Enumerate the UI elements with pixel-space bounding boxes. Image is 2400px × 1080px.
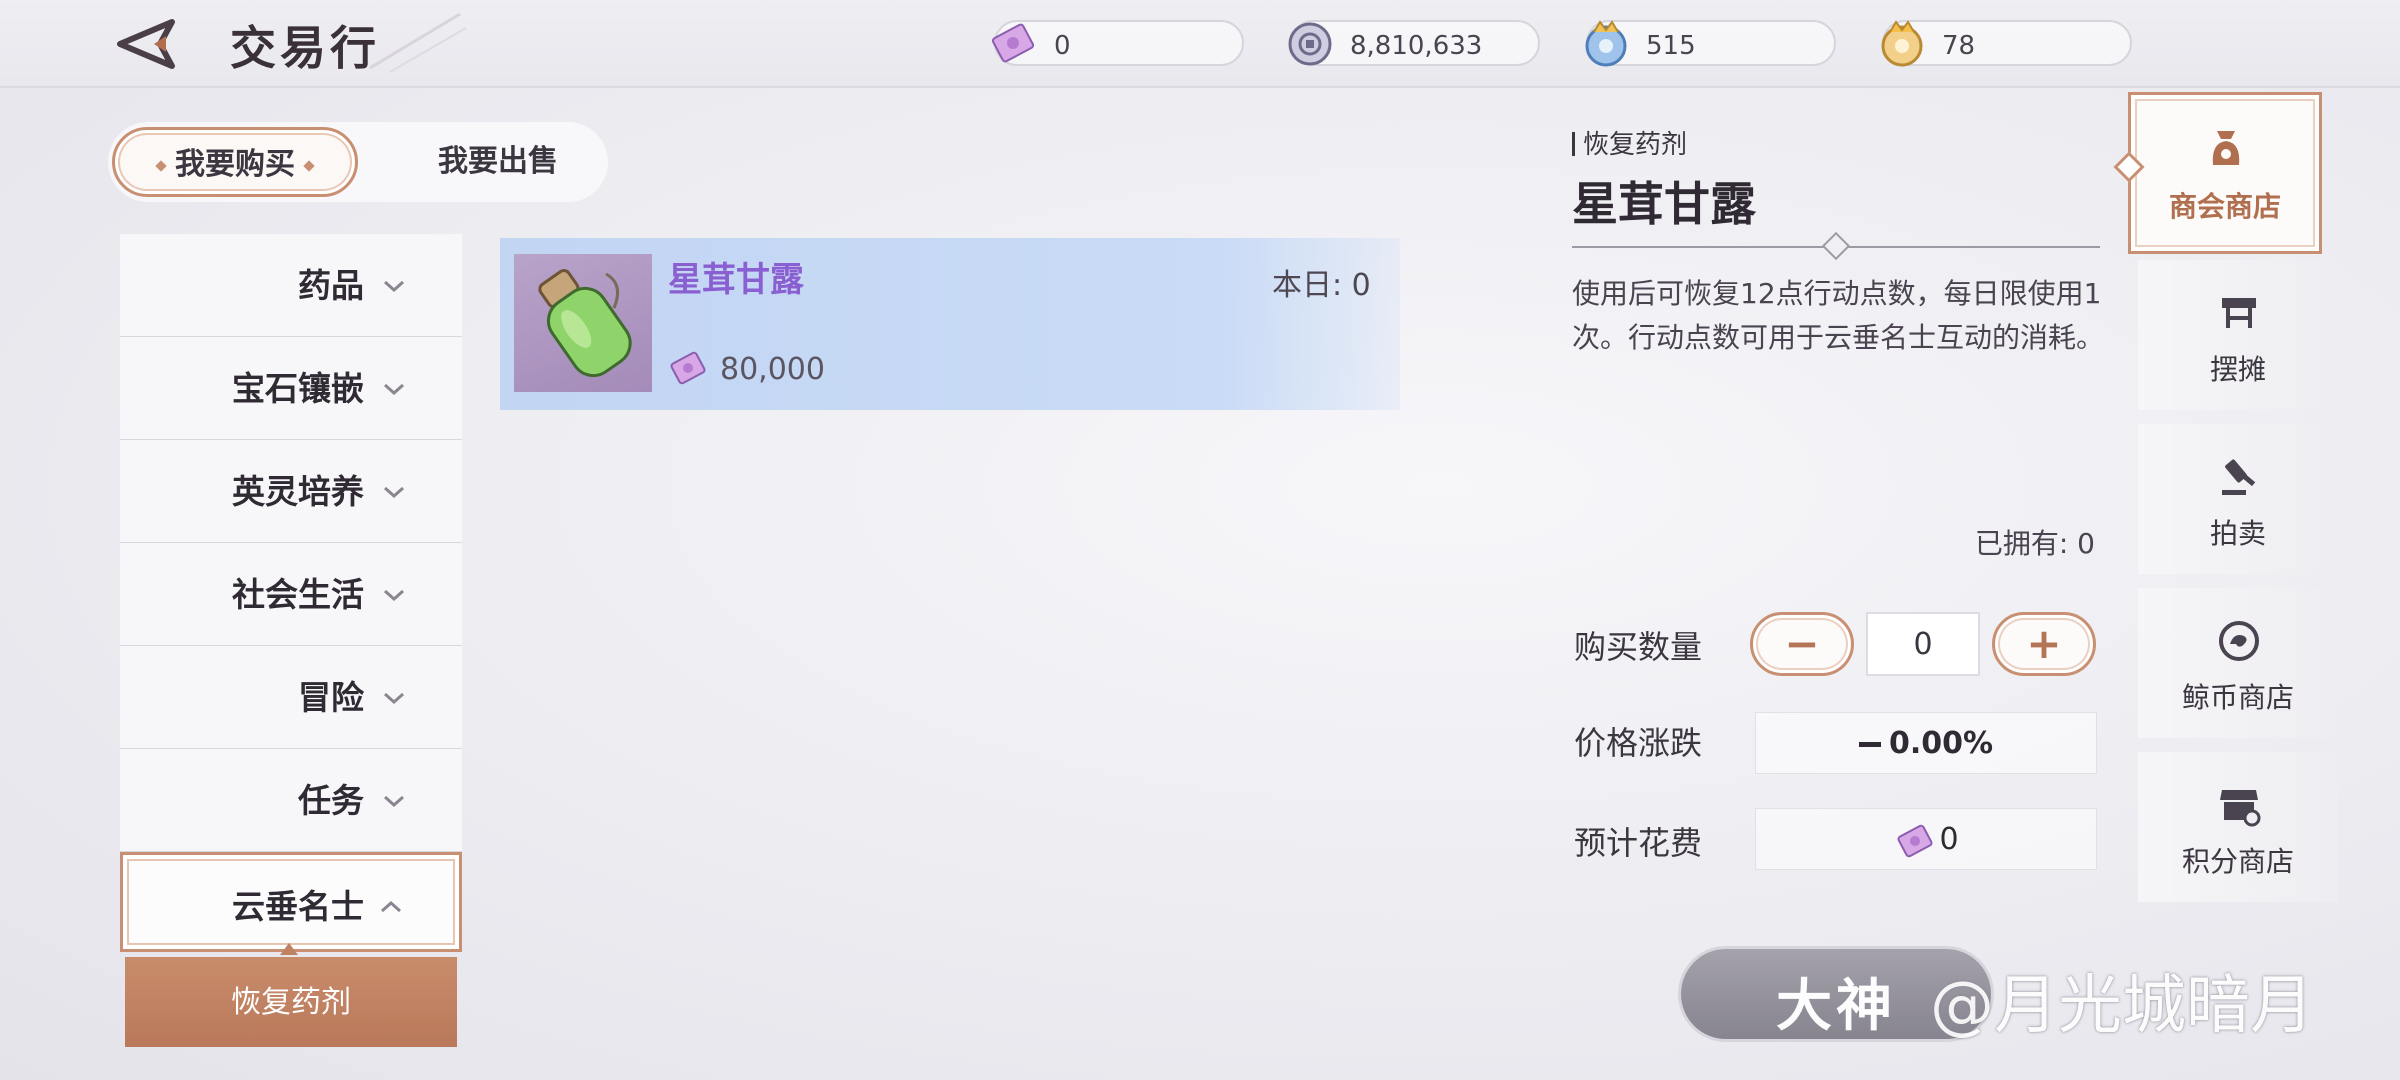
- currency-value: 0: [1054, 31, 1071, 61]
- decrease-quantity-button[interactable]: −: [1750, 612, 1854, 676]
- chevron-down-icon: [384, 589, 404, 602]
- nav-label: 鲸币商店: [2181, 681, 2294, 714]
- quantity-label: 购买数量: [1574, 628, 1703, 666]
- currency-silver[interactable]: 8,810,633: [1288, 20, 1540, 66]
- chevron-down-icon: [384, 383, 404, 396]
- price-change-value: 0.00%: [1755, 712, 2097, 774]
- category-label: 药品: [298, 266, 364, 305]
- trade-mode-tabs: 我要购买 我要出售: [108, 122, 608, 202]
- watermark-text: @月光城暗月: [1930, 969, 2314, 1043]
- nav-label: 积分商店: [2181, 845, 2294, 878]
- voucher-icon: [1897, 824, 1933, 857]
- chevron-down-icon: [384, 692, 404, 705]
- minus-icon: −: [1784, 619, 1820, 668]
- estimated-cost-label: 预计花费: [1574, 824, 1703, 862]
- category-label: 英灵培养: [232, 472, 364, 511]
- chevron-up-icon: [381, 900, 401, 913]
- chevron-down-icon: [384, 795, 404, 808]
- item-name: 星茸甘露: [668, 260, 804, 300]
- blue-coin-icon: [1585, 20, 1627, 67]
- estimated-cost-value: 0: [1755, 808, 2097, 870]
- tab-buy[interactable]: 我要购买: [112, 127, 358, 197]
- category-gem-inlay[interactable]: 宝石镶嵌: [120, 337, 462, 440]
- category-social-life[interactable]: 社会生活: [120, 543, 462, 646]
- item-row[interactable]: 星茸甘露 本日: 0 80,000: [500, 238, 1400, 410]
- detail-description: 使用后可恢复12点行动点数，每日限使用1次。行动点数可用于云垂名士互动的消耗。: [1572, 277, 2105, 354]
- currency-blue[interactable]: 515: [1585, 20, 1836, 67]
- currency-value: 515: [1646, 31, 1696, 61]
- tab-sell[interactable]: 我要出售: [408, 127, 588, 197]
- voucher-icon: [670, 351, 706, 385]
- item-thumbnail: [514, 254, 652, 392]
- category-label: 冒险: [298, 678, 364, 717]
- category-label: 任务: [298, 781, 364, 820]
- nav-label: 摆摊: [2209, 353, 2266, 386]
- tab-sell-label: 我要出售: [438, 144, 558, 179]
- chevron-down-icon: [384, 280, 404, 293]
- back-button[interactable]: [110, 14, 180, 74]
- potion-bottle-icon: [538, 269, 632, 378]
- increase-quantity-button[interactable]: +: [1992, 612, 2096, 676]
- divider-diamond-icon: [1821, 231, 1851, 261]
- stall-icon: [2222, 298, 2256, 328]
- page-title: 交易行: [230, 21, 380, 75]
- caret-up-icon: [280, 943, 298, 955]
- estimated-cost-text: 0: [1939, 822, 1959, 857]
- quantity-input[interactable]: [1866, 612, 1980, 676]
- nav-auction[interactable]: 拍卖: [2138, 424, 2338, 574]
- price-change-text: 0.00%: [1888, 726, 1994, 761]
- category-label: 云垂名士: [232, 887, 364, 926]
- nav-points-shop[interactable]: 积分商店: [2138, 752, 2338, 902]
- nav-stall[interactable]: 摆摊: [2138, 260, 2338, 410]
- category-quest[interactable]: 任务: [120, 749, 462, 852]
- currency-value: 78: [1942, 31, 1976, 61]
- owned-count: 已拥有: 0: [1974, 527, 2095, 560]
- top-bar: 交易行 0 8,810,633 515 78: [0, 0, 2400, 88]
- tab-ornament-icon: [155, 159, 167, 172]
- category-medicine[interactable]: 药品: [120, 234, 462, 337]
- category-adventure[interactable]: 冒险: [120, 646, 462, 749]
- tab-ornament-icon: [303, 159, 315, 172]
- gavel-icon: [2222, 459, 2256, 495]
- gold-coin-icon: [1881, 20, 1923, 67]
- currency-gold[interactable]: 78: [1881, 20, 2132, 67]
- silver-coin-icon: [1288, 22, 1332, 66]
- item-price: 80,000: [720, 352, 825, 387]
- nav-label: 拍卖: [2209, 517, 2266, 550]
- money-bag-icon: [2212, 131, 2240, 165]
- tab-buy-label: 我要购买: [175, 147, 295, 182]
- whale-coin-icon: [2219, 621, 2259, 661]
- chevron-down-icon: [384, 486, 404, 499]
- nav-guild-shop[interactable]: 商会商店: [2128, 92, 2322, 254]
- detail-category: 恢复药剂: [1572, 124, 1687, 161]
- detail-item-name: 星茸甘露: [1572, 177, 1756, 231]
- item-daily-count: 本日: 0: [1272, 268, 1371, 303]
- plus-icon: +: [2026, 619, 2062, 668]
- category-list: 药品 宝石镶嵌 英灵培养 社会生活 冒险 任务 云垂名士: [120, 234, 462, 952]
- flat-trend-icon: [1858, 742, 1881, 747]
- currency-value: 8,810,633: [1350, 31, 1483, 61]
- category-label: 宝石镶嵌: [232, 369, 364, 408]
- nav-label: 商会商店: [2168, 190, 2281, 223]
- subcategory-recovery-potion[interactable]: 恢复药剂: [125, 957, 457, 1047]
- back-arrow-icon: [117, 19, 175, 69]
- detail-category-label: 恢复药剂: [1583, 130, 1688, 160]
- title-ornament-icon: [369, 12, 467, 73]
- category-hero-training[interactable]: 英灵培养: [120, 440, 462, 543]
- category-label: 社会生活: [232, 575, 364, 614]
- price-change-label: 价格涨跌: [1574, 724, 1703, 762]
- voucher-icon: [991, 23, 1035, 63]
- nav-whale-coin-shop[interactable]: 鲸币商店: [2138, 588, 2338, 738]
- points-shop-icon: [2220, 790, 2261, 827]
- currency-voucher[interactable]: 0: [991, 20, 1244, 66]
